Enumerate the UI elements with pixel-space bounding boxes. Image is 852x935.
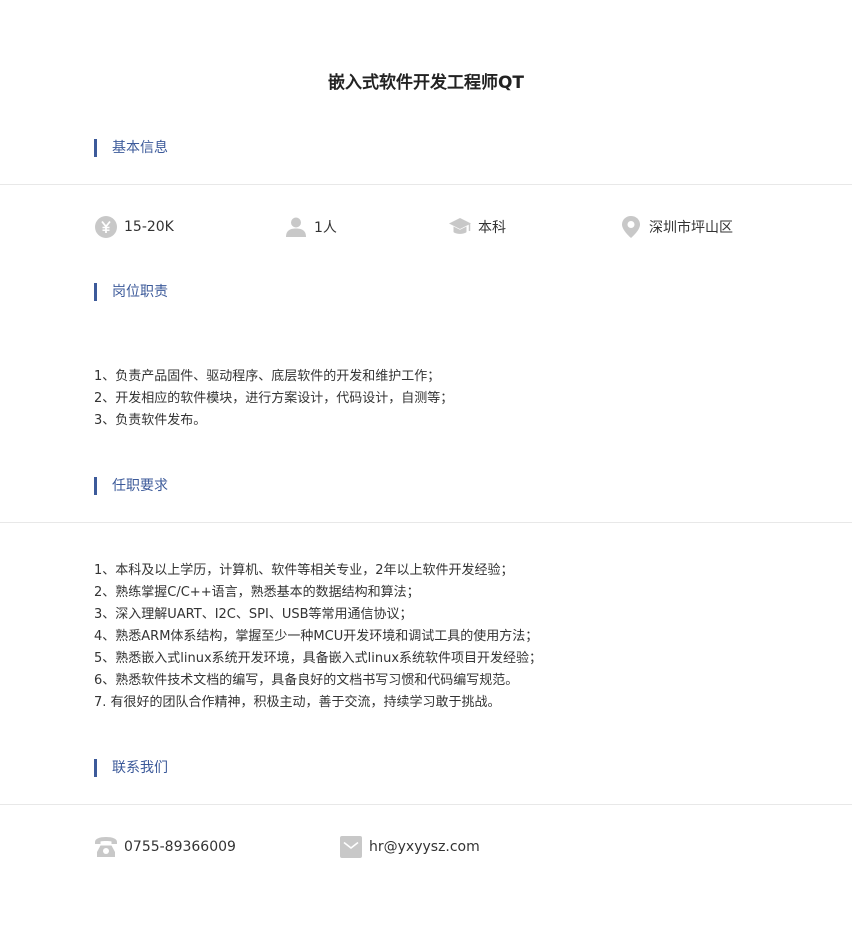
yen-icon	[94, 215, 118, 239]
section-title-requirements: 任职要求	[94, 477, 168, 495]
list-item: 7. 有很好的团队合作精神，积极主动，善于交流，持续学习敢于挑战。	[94, 695, 501, 710]
list-item: 1、本科及以上学历，计算机、软件等相关专业，2年以上软件开发经验；	[94, 563, 514, 578]
email-contact: hr@yxyysz.com	[339, 834, 480, 860]
phone-contact: 0755-89366009	[94, 834, 236, 860]
list-item: 4、熟悉ARM体系结构，掌握至少一种MCU开发环境和调试工具的使用方法；	[94, 629, 539, 644]
headcount-info: 1人	[284, 214, 337, 240]
location-info: 深圳市坪山区	[619, 214, 733, 240]
list-item: 5、熟悉嵌入式linux系统开发环境，具备嵌入式linux系统软件项目开发经验；	[94, 651, 543, 666]
divider	[0, 522, 852, 523]
section-title-basic-info: 基本信息	[94, 139, 168, 157]
telephone-icon	[94, 835, 118, 859]
phone-value: 0755-89366009	[124, 839, 236, 855]
page-title: 嵌入式软件开发工程师QT	[327, 73, 525, 93]
salary-value: 15-20K	[124, 219, 174, 235]
education-value: 本科	[478, 220, 506, 236]
list-item: 2、熟练掌握C/C++语言，熟悉基本的数据结构和算法；	[94, 585, 420, 600]
envelope-icon	[339, 835, 363, 859]
education-info: 本科	[448, 214, 506, 240]
list-item: 1、负责产品固件、驱动程序、底层软件的开发和维护工作；	[94, 369, 441, 384]
requirements-list: 1、本科及以上学历，计算机、软件等相关专业，2年以上软件开发经验； 2、熟练掌握…	[94, 560, 542, 714]
duties-list: 1、负责产品固件、驱动程序、底层软件的开发和维护工作； 2、开发相应的软件模块，…	[94, 366, 453, 432]
list-item: 3、深入理解UART、I2C、SPI、USB等常用通信协议；	[94, 607, 413, 622]
person-icon	[284, 215, 308, 239]
section-title-duties: 岗位职责	[94, 283, 168, 301]
divider	[0, 184, 852, 185]
email-link[interactable]: hr@yxyysz.com	[369, 839, 480, 855]
headcount-value: 1人	[314, 220, 337, 236]
graduation-cap-icon	[448, 215, 472, 239]
location-value: 深圳市坪山区	[649, 220, 733, 236]
salary-info: 15-20K	[94, 214, 174, 240]
list-item: 2、开发相应的软件模块，进行方案设计，代码设计，自测等；	[94, 391, 454, 406]
map-pin-icon	[619, 215, 643, 239]
list-item: 3、负责软件发布。	[94, 413, 207, 428]
list-item: 6、熟悉软件技术文档的编写，具备良好的文档书写习惯和代码编写规范。	[94, 673, 519, 688]
divider	[0, 804, 852, 805]
section-title-contact: 联系我们	[94, 759, 168, 777]
